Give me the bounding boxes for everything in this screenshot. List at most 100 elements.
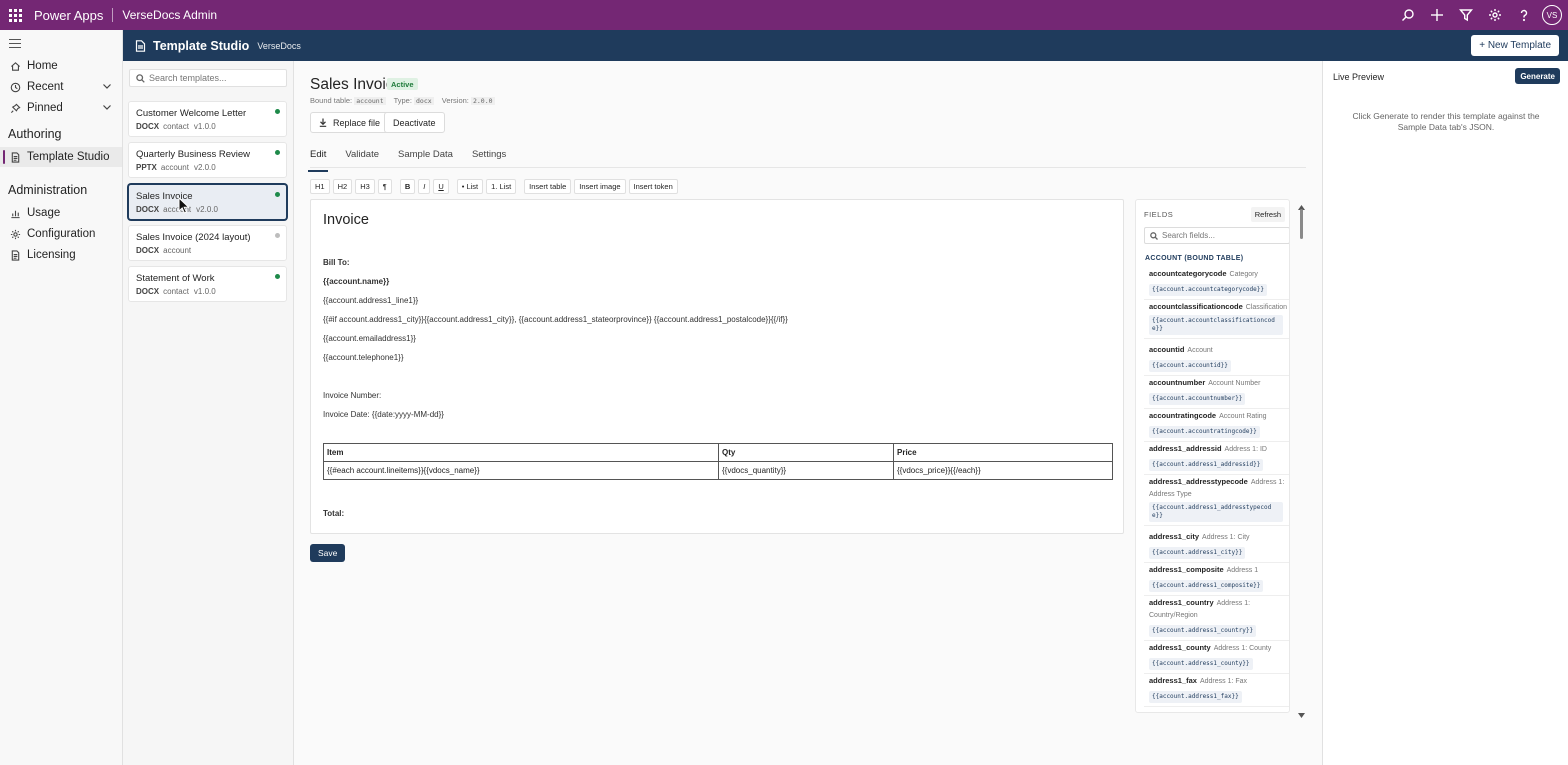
field-item[interactable]: accountnumber Account Number {{account.ac…	[1144, 377, 1289, 409]
doc-line[interactable]: {{#if account.address1_city}}{{account.a…	[323, 315, 788, 324]
field-item[interactable]: accountcategorycode Category {{account.ac…	[1144, 268, 1289, 300]
nav-item-pinned[interactable]: Pinned	[0, 98, 122, 118]
doc-line[interactable]: {{account.telephone1}}	[323, 353, 404, 362]
tab-sample-data[interactable]: Sample Data	[398, 149, 453, 167]
insert-token-button[interactable]: Insert token	[628, 179, 678, 194]
nav-item-usage[interactable]: Usage	[0, 203, 122, 223]
tab-settings[interactable]: Settings	[472, 149, 506, 167]
table-header-cell[interactable]: Price	[893, 443, 1113, 462]
doc-line[interactable]: Invoice Date: {{date:yyyy-MM-dd}}	[323, 410, 444, 419]
doc-line[interactable]: {{account.address1_line1}}	[323, 296, 418, 305]
field-token[interactable]: {{account.accountratingcode}}	[1149, 426, 1260, 438]
heading1-button[interactable]: H1	[310, 179, 330, 194]
fields-search-input[interactable]: Search fields...	[1144, 227, 1289, 244]
field-token[interactable]: {{account.accountid}}	[1149, 360, 1231, 372]
nav-item-licensing[interactable]: Licensing	[0, 245, 122, 265]
field-token[interactable]: {{account.address1_addressid}}	[1149, 459, 1264, 471]
app-launcher-icon[interactable]	[0, 0, 30, 30]
field-item[interactable]: address1_composite Address 1 {{account.ad…	[1144, 564, 1289, 596]
field-token[interactable]: {{account.address1_composite}}	[1149, 580, 1264, 592]
field-item[interactable]: accountratingcode Account Rating {{accoun…	[1144, 410, 1289, 442]
scrollbar-thumb[interactable]	[1300, 209, 1303, 239]
field-token[interactable]: {{account.accountclassificationcode}}	[1149, 315, 1283, 335]
nav-item-template-studio[interactable]: Template Studio	[0, 147, 122, 167]
field-item[interactable]: address1_addresstypecode Address 1: Addre…	[1144, 476, 1289, 526]
table-cell[interactable]: {{vdocs_price}}{{/each}}	[893, 461, 1113, 480]
field-token[interactable]: {{account.address1_country}}	[1149, 625, 1257, 637]
plus-icon[interactable]	[1422, 0, 1451, 30]
template-card-selected[interactable]: Sales Invoice DOCX account v2.0.0	[128, 184, 287, 220]
deactivate-button[interactable]: Deactivate	[384, 112, 445, 133]
paragraph-button[interactable]: ¶	[377, 179, 392, 194]
field-item[interactable]: address1_country Address 1: Country/Regio…	[1144, 597, 1289, 641]
bold-button[interactable]: B	[399, 179, 416, 194]
status-dot	[275, 192, 280, 197]
generate-button[interactable]: Generate	[1515, 68, 1560, 84]
fields-scrollbar[interactable]	[1298, 199, 1305, 718]
hamburger-menu-icon[interactable]	[9, 39, 21, 51]
tab-validate[interactable]: Validate	[345, 149, 379, 167]
field-item[interactable]: accountclassificationcode Classification …	[1144, 301, 1289, 339]
template-card[interactable]: Quarterly Business Review PPTX account v2.…	[128, 142, 287, 178]
app-name[interactable]: Power Apps	[34, 8, 103, 23]
tab-edit[interactable]: Edit	[307, 149, 329, 172]
field-item[interactable]: address1_county Address 1: County {{accou…	[1144, 642, 1289, 674]
field-token[interactable]: {{account.address1_addresstypecode}}	[1149, 502, 1283, 522]
doc-line[interactable]: {{account.emailaddress1}}	[323, 334, 416, 343]
search-icon[interactable]	[1393, 0, 1422, 30]
insert-table-button[interactable]: Insert table	[524, 179, 572, 194]
refresh-button[interactable]: Refresh	[1250, 207, 1285, 222]
chevron-down-icon[interactable]	[102, 81, 112, 94]
heading2-button[interactable]: H2	[332, 179, 353, 194]
field-item[interactable]: address1_fax Address 1: Fax {{account.add…	[1144, 675, 1289, 707]
field-token[interactable]: {{account.address1_city}}	[1149, 547, 1246, 559]
nav-item-home[interactable]: Home	[0, 56, 122, 76]
filter-icon[interactable]	[1451, 0, 1480, 30]
field-item[interactable]: accountid Account {{account.accountid}}	[1144, 344, 1289, 376]
insert-image-button[interactable]: Insert image	[574, 179, 626, 194]
nav-item-recent[interactable]: Recent	[0, 77, 122, 97]
heading3-button[interactable]: H3	[355, 179, 375, 194]
italic-button[interactable]: I	[418, 179, 431, 194]
table-cell[interactable]: {{vdocs_quantity}}	[718, 461, 894, 480]
field-item[interactable]: address1_addressid Address 1: ID {{accoun…	[1144, 443, 1289, 475]
field-token[interactable]: {{account.accountcategorycode}}	[1149, 284, 1267, 296]
template-search-input[interactable]: Search templates...	[129, 69, 287, 87]
table-row: {{#each account.lineitems}}{{vdocs_name}…	[323, 461, 1113, 480]
new-template-button[interactable]: + New Template	[1471, 35, 1559, 56]
status-badge: Active	[387, 78, 418, 90]
scroll-up-icon[interactable]	[1298, 199, 1305, 210]
numbered-list-button[interactable]: 1. List	[486, 179, 517, 194]
doc-line[interactable]: Invoice Number:	[323, 391, 381, 400]
doc-heading[interactable]: Invoice	[323, 212, 369, 228]
replace-file-button[interactable]: Replace file	[310, 112, 390, 133]
doc-line[interactable]: Total:	[323, 509, 344, 518]
chevron-down-icon[interactable]	[102, 102, 112, 115]
table-cell[interactable]: {{#each account.lineitems}}{{vdocs_name}…	[323, 461, 719, 480]
template-metadata: Bound table: account Type: docx Version:…	[310, 96, 495, 105]
template-card[interactable]: Customer Welcome Letter DOCX contact v1.0.…	[128, 101, 287, 137]
nav-item-configuration[interactable]: Configuration	[0, 224, 122, 244]
studio-subtitle: VerseDocs	[257, 40, 301, 51]
avatar[interactable]: VS	[1542, 5, 1562, 25]
table-header-cell[interactable]: Qty	[718, 443, 894, 462]
table-header-cell[interactable]: Item	[323, 443, 719, 462]
template-card[interactable]: Sales Invoice (2024 layout) DOCX account	[128, 225, 287, 261]
underline-button[interactable]: U	[433, 179, 449, 194]
field-item[interactable]: address1_city Address 1: City {{account.a…	[1144, 531, 1289, 563]
divider	[310, 167, 1306, 168]
bullet-list-button[interactable]: • List	[456, 179, 484, 194]
doc-table[interactable]: Item Qty Price {{#each account.lineitems…	[323, 443, 1113, 480]
field-token[interactable]: {{account.address1_fax}}	[1149, 691, 1242, 703]
template-card[interactable]: Statement of Work DOCX contact v1.0.0	[128, 266, 287, 302]
doc-line[interactable]: Bill To:	[323, 258, 350, 267]
scroll-down-icon[interactable]	[1298, 707, 1305, 718]
doc-line[interactable]: {{account.name}}	[323, 277, 389, 286]
gear-icon[interactable]	[1480, 0, 1509, 30]
rich-text-editor[interactable]: Invoice Bill To: {{account.name}} {{acco…	[310, 199, 1124, 534]
nav-item-label: Usage	[27, 207, 61, 219]
help-icon[interactable]	[1509, 0, 1538, 30]
save-button[interactable]: Save	[310, 544, 346, 562]
field-token[interactable]: {{account.address1_county}}	[1149, 658, 1253, 670]
field-token[interactable]: {{account.accountnumber}}	[1149, 393, 1246, 405]
